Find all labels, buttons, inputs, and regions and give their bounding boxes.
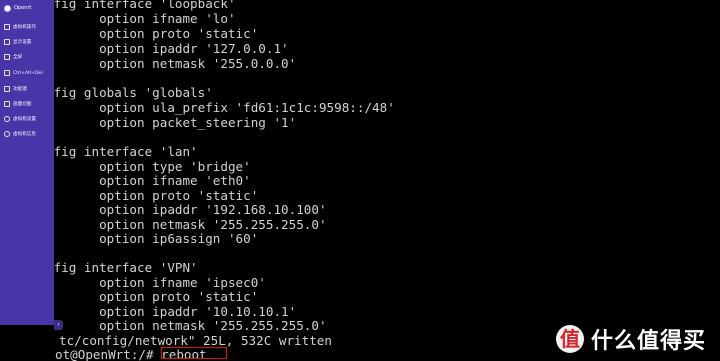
display-icon xyxy=(4,39,10,45)
settings-icon xyxy=(4,116,10,122)
terminal-line: option ula_prefix 'fd61:1c1c:9598::/48' xyxy=(46,100,395,115)
vm-control-sidebar: Openrt 虚拟机操作 显示设置 全屏 Ctrl+Alt+Del 功能键 画面… xyxy=(0,0,54,325)
sidebar-item-label: 虚拟机操作 xyxy=(13,25,36,30)
monitor-icon xyxy=(4,24,10,30)
watermark-text: 什么值得买 xyxy=(591,329,707,354)
terminal-line: option ifname 'lo' xyxy=(46,11,236,26)
sidebar-item-function-keys[interactable]: 功能键 xyxy=(0,82,54,96)
sidebar-item-vm-operation[interactable]: 虚拟机操作 xyxy=(0,20,54,34)
fullscreen-icon xyxy=(4,54,10,60)
info-icon xyxy=(4,131,10,137)
terminal-line: option netmask '255.255.255.0' xyxy=(46,318,327,333)
sidebar-item-label: 虚拟机信息 xyxy=(13,132,36,137)
sidebar-item-label: 全屏 xyxy=(13,55,23,60)
sidebar-item-vm-info[interactable]: 虚拟机信息 xyxy=(0,127,54,141)
terminal-status-line: tc/config/network" 25L, 532C written xyxy=(59,333,332,348)
function-key-icon xyxy=(4,86,10,92)
vm-logo-icon xyxy=(4,4,11,12)
sidebar-item-screenshot[interactable]: 画面切图 xyxy=(0,97,54,111)
sidebar-collapse-toggle[interactable]: › xyxy=(54,320,63,330)
terminal-line: nfig interface 'VPN' xyxy=(46,260,198,275)
terminal-line: option proto 'static' xyxy=(46,26,259,41)
terminal-line: option ifname 'ipsec0' xyxy=(46,275,266,290)
sidebar-item-label: 显示设置 xyxy=(13,40,32,45)
terminal-line: nfig interface 'loopback' xyxy=(46,0,236,11)
terminal-line: option ipaddr '10.10.10.1' xyxy=(46,304,297,319)
terminal-line: option proto 'static' xyxy=(46,289,259,304)
sidebar-title: Openrt xyxy=(14,5,32,11)
sidebar-item-display-settings[interactable]: 显示设置 xyxy=(0,35,54,49)
terminal-line: option ifname 'eth0' xyxy=(46,173,251,188)
terminal-line: option ipaddr '192.168.10.100' xyxy=(46,202,327,217)
terminal-line: nfig globals 'globals' xyxy=(46,85,213,100)
terminal-line: nfig interface 'lan' xyxy=(46,144,198,159)
sidebar-item-label: Ctrl+Alt+Del xyxy=(13,70,43,76)
sidebar-item-label: 功能键 xyxy=(13,87,27,92)
sidebar-item-label: 画面切图 xyxy=(13,102,32,107)
terminal-line: option proto 'static' xyxy=(46,188,259,203)
terminal-line: option packet_steering '1' xyxy=(46,115,297,130)
sidebar-item-label: 虚拟机设置 xyxy=(13,117,36,122)
sidebar-item-fullscreen[interactable]: 全屏 xyxy=(0,50,54,64)
watermark: 值 什么值得买 xyxy=(548,317,720,361)
terminal-line: option ip6assign '60' xyxy=(46,231,259,246)
sidebar-item-ctrl-alt-del[interactable]: Ctrl+Alt+Del xyxy=(0,66,54,80)
reboot-command-highlight xyxy=(161,347,227,359)
terminal-console[interactable]: nfig interface 'loopback' option ifname … xyxy=(0,0,720,361)
sidebar-item-vm-settings[interactable]: 虚拟机设置 xyxy=(0,112,54,126)
terminal-line: option netmask '255.255.255.0' xyxy=(46,217,327,232)
screenshot-icon xyxy=(4,101,10,107)
sidebar-header: Openrt xyxy=(0,0,54,16)
terminal-line: option ipaddr '127.0.0.1' xyxy=(46,41,289,56)
keyboard-icon xyxy=(4,70,10,76)
terminal-line: option netmask '255.0.0.0' xyxy=(46,56,297,71)
terminal-line: option type 'bridge' xyxy=(46,159,251,174)
watermark-logo: 值 xyxy=(556,325,584,353)
